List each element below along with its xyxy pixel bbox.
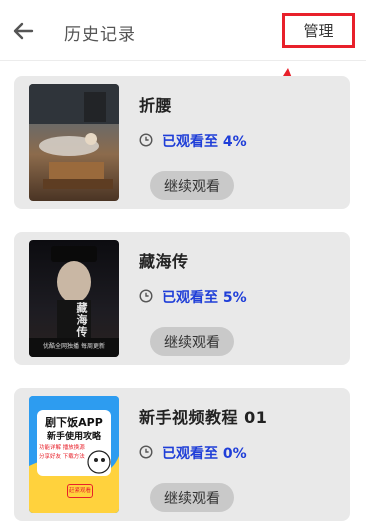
page-title: 历史记录	[64, 25, 136, 45]
history-card[interactable]: 藏海传 优酷全网独播 每周更新 藏海传 已观看至 5% 继续观看	[14, 232, 350, 365]
arrow-left-icon	[13, 22, 34, 40]
poster-app-title: 剧下饭APP	[45, 416, 103, 429]
clock-icon	[139, 289, 153, 303]
history-card[interactable]: 剧下饭APP 新手使用攻略 功能详解 播放换源 分享好友 下载方法 赶紧观看 新…	[14, 388, 350, 521]
poster-subtitle: 新手使用攻略	[46, 432, 101, 442]
watch-progress: 已观看至 5%	[162, 290, 247, 306]
back-button[interactable]	[8, 16, 38, 46]
item-title: 藏海传	[139, 252, 189, 271]
poster-image[interactable]	[29, 84, 119, 201]
history-card[interactable]: 折腰 已观看至 4% 继续观看	[14, 76, 350, 209]
poster-tags: 功能详解 播放换源 分享好友 下载方法	[39, 445, 85, 460]
poster-badge: 赶紧观看	[67, 484, 93, 498]
poster-caption: 优酷全网独播 每周更新	[43, 343, 105, 350]
manage-button[interactable]: 管理	[282, 13, 355, 48]
continue-watching-button[interactable]: 继续观看	[150, 483, 234, 512]
watch-progress: 已观看至 4%	[162, 134, 247, 150]
item-title: 新手视频教程 01	[139, 408, 268, 427]
clock-icon	[139, 133, 153, 147]
poster-image[interactable]: 藏海传 优酷全网独播 每周更新	[29, 240, 119, 357]
watch-progress: 已观看至 0%	[162, 446, 247, 462]
continue-watching-button[interactable]: 继续观看	[150, 327, 234, 356]
poster-image[interactable]: 剧下饭APP 新手使用攻略 功能详解 播放换源 分享好友 下载方法 赶紧观看	[29, 396, 119, 513]
clock-icon	[139, 445, 153, 459]
manage-label: 管理	[303, 22, 334, 40]
continue-watching-button[interactable]: 继续观看	[150, 171, 234, 200]
header-divider	[0, 60, 366, 61]
poster-title: 藏海传	[75, 302, 88, 338]
item-title: 折腰	[139, 96, 173, 115]
app-header: 历史记录 管理	[0, 0, 366, 60]
